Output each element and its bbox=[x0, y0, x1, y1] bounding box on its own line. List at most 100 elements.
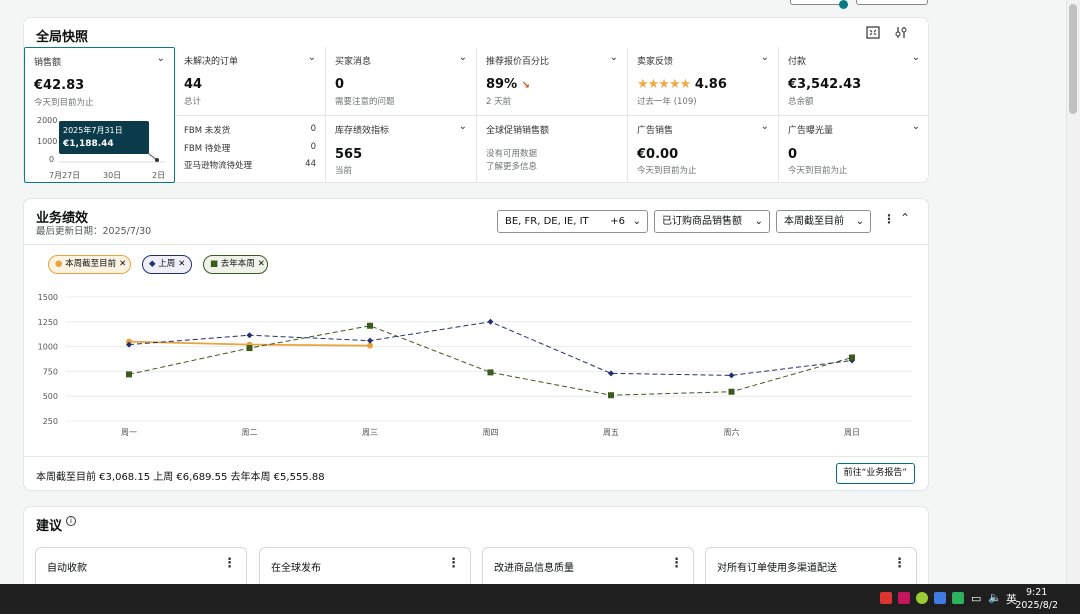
antivirus-tray-icon[interactable] bbox=[880, 592, 892, 604]
info-icon[interactable]: i bbox=[66, 516, 76, 526]
more-options-icon[interactable]: ⋮ bbox=[447, 556, 460, 571]
tile-sub: 过去一年 (109) bbox=[637, 97, 697, 107]
tile-sub: 总计 bbox=[184, 97, 202, 107]
mini-x-tick: 2日 bbox=[152, 171, 165, 180]
tile-seller-feedback[interactable]: 卖家反馈 ⌄ ★★★★★ 4.86 过去一年 (109) bbox=[628, 47, 779, 116]
period-select[interactable]: 本周截至目前 ⌄ bbox=[776, 210, 871, 233]
fullscreen-icon[interactable] bbox=[866, 26, 880, 39]
more-options-icon[interactable]: ⋮ bbox=[670, 556, 683, 571]
mini-y-tick: 0 bbox=[49, 155, 54, 164]
close-icon[interactable]: ✕ bbox=[258, 259, 265, 269]
legend-label: 上周 bbox=[158, 259, 176, 269]
x-tick-label: 周一 bbox=[121, 428, 137, 437]
collapse-chevron-up-icon[interactable]: ⌃ bbox=[900, 211, 910, 225]
x-tick-label: 周二 bbox=[242, 428, 258, 437]
tile-value: 0 bbox=[788, 147, 798, 162]
tile-sub: 今天到目前为止 bbox=[788, 166, 848, 176]
chevron-down-icon[interactable]: ⌄ bbox=[912, 52, 920, 63]
divider bbox=[24, 244, 928, 245]
star-rating-icon: ★★★★★ bbox=[637, 77, 691, 92]
legend-pill-last-year[interactable]: ■ 去年本周 ✕ bbox=[203, 255, 268, 274]
tile-label: 库存绩效指标 bbox=[335, 126, 390, 136]
rec-title: 对所有订单使用多渠道配送 bbox=[717, 563, 837, 574]
fbm-unshipped[interactable]: FBM 未发货 0 bbox=[184, 124, 316, 136]
legend-pill-this-week[interactable]: ● 本周截至目前 ✕ bbox=[48, 255, 131, 274]
tile-sub: 总余额 bbox=[788, 97, 814, 107]
tile-ad-impressions[interactable]: 广告曝光量 ⌄ 0 今天到目前为止 bbox=[779, 116, 929, 183]
tile-featured-offer[interactable]: 推荐报价百分比 ⌄ 89% ↘ 2 天前 bbox=[477, 47, 628, 116]
chevron-down-icon[interactable]: ⌄ bbox=[912, 121, 920, 132]
diamond-marker-icon: ◆ bbox=[149, 259, 156, 269]
tile-label: 付款 bbox=[788, 57, 807, 67]
fbm-label: FBM 未发货 bbox=[184, 126, 231, 136]
tile-inventory-performance[interactable]: 库存绩效指标 ⌄ 565 当前 bbox=[326, 116, 477, 183]
system-clock[interactable]: 9:21 2025/8/2 bbox=[1015, 586, 1058, 612]
recommendations-card: 建议 i 自动收款 ⋮ 在全球发布 ⋮ 改进商品信息质量 ⋮ 对所有订单使用多渠道配送… bbox=[23, 506, 929, 596]
chevron-down-icon[interactable]: ⌄ bbox=[459, 52, 467, 63]
more-options-icon[interactable]: ⋮ bbox=[883, 212, 895, 226]
app-tray-icon[interactable] bbox=[898, 592, 910, 604]
tile-sub: 没有可用数据 bbox=[486, 149, 538, 159]
chevron-down-icon[interactable]: ⌄ bbox=[610, 52, 618, 63]
tile-buyer-messages[interactable]: 买家消息 ⌄ 0 需要注意的问题 bbox=[326, 47, 477, 116]
chevron-down-icon[interactable]: ⌄ bbox=[308, 52, 316, 63]
app-tray-icon-2[interactable] bbox=[916, 592, 928, 604]
tile-sales[interactable]: 销售额 ⌄ €42.83 今天到目前为止 2000 1000 0 7月27日 3… bbox=[24, 47, 175, 183]
learn-more-link[interactable]: 了解更多信息 bbox=[486, 160, 537, 172]
seller-central-home: 全局快照 销售额 ⌄ €42.83 今天到目前为止 2000 1000 0 7月… bbox=[0, 0, 1080, 614]
fbm-value: 44 bbox=[305, 159, 316, 169]
y-tick-label: 500 bbox=[43, 392, 58, 401]
chevron-down-icon[interactable]: ⌄ bbox=[761, 52, 769, 63]
square-marker-icon: ■ bbox=[210, 259, 219, 269]
data-point bbox=[728, 372, 735, 379]
marketplace-select[interactable]: BE, FR, DE, IE, IT +6 ⌄ bbox=[497, 210, 648, 233]
tile-unshipped-orders[interactable]: 未解决的订单 ⌄ 44 总计 bbox=[175, 47, 326, 116]
chevron-down-icon[interactable]: ⌄ bbox=[459, 121, 467, 132]
more-options-icon[interactable]: ⋮ bbox=[223, 556, 236, 571]
fbm-pending[interactable]: FBM 待处理 0 bbox=[184, 142, 316, 154]
chevron-down-icon: ⌄ bbox=[754, 216, 763, 227]
period-value: 本周截至目前 bbox=[784, 216, 844, 227]
wechat-tray-icon[interactable] bbox=[952, 592, 964, 604]
rec-title: 在全球发布 bbox=[271, 563, 321, 574]
tile-global-promotions[interactable]: 全球促销销售额 没有可用数据 了解更多信息 bbox=[477, 116, 628, 183]
rec-title: 改进商品信息质量 bbox=[494, 563, 574, 574]
y-tick-label: 750 bbox=[43, 367, 58, 376]
x-tick-label: 周五 bbox=[603, 428, 619, 437]
app-tray-icon-3[interactable] bbox=[934, 592, 946, 604]
tile-label: 推荐报价百分比 bbox=[486, 57, 550, 67]
legend-pill-last-week[interactable]: ◆ 上周 ✕ bbox=[142, 255, 192, 274]
legend-label: 本周截至目前 bbox=[65, 259, 117, 269]
marketplace-more-count: +6 bbox=[610, 216, 625, 227]
chevron-down-icon[interactable]: ⌄ bbox=[157, 53, 165, 64]
settings-sliders-icon[interactable] bbox=[895, 26, 907, 39]
tile-value: 89% bbox=[486, 77, 518, 92]
business-report-button[interactable]: 前往“业务报告” bbox=[835, 463, 915, 484]
chevron-down-icon[interactable]: ⌄ bbox=[761, 121, 769, 132]
fba-pending[interactable]: 亚马逊物流待处理 44 bbox=[184, 159, 316, 171]
top-button-stub-2[interactable] bbox=[856, 0, 928, 5]
tile-fbm: FBM 未发货 0 FBM 待处理 0 亚马逊物流待处理 44 bbox=[175, 116, 326, 183]
top-button-stub[interactable] bbox=[790, 0, 844, 5]
mini-y-tick: 2000 bbox=[37, 116, 57, 125]
scrollbar-thumb[interactable] bbox=[1069, 4, 1077, 114]
metric-select[interactable]: 已订购商品销售额 ⌄ bbox=[654, 210, 770, 233]
tooltip-date: 2025年7月31日 bbox=[63, 126, 123, 135]
volume-icon[interactable]: 🔈 bbox=[988, 591, 1002, 604]
close-icon[interactable]: ✕ bbox=[119, 259, 126, 269]
tile-label: 广告销售 bbox=[637, 126, 674, 136]
tile-payments[interactable]: 付款 ⌄ €3,542.43 总余额 bbox=[779, 47, 929, 116]
network-icon[interactable]: ▭ bbox=[971, 592, 981, 605]
page-scrollbar[interactable] bbox=[1066, 0, 1080, 584]
y-tick-label: 1000 bbox=[38, 343, 58, 352]
chevron-down-icon: ⌄ bbox=[855, 216, 864, 227]
recommendations-title: 建议 bbox=[36, 519, 63, 534]
tile-ad-sales[interactable]: 广告销售 ⌄ €0.00 今天到目前为止 bbox=[628, 116, 779, 183]
tile-value: €0.00 bbox=[637, 147, 679, 162]
tile-sub: 当前 bbox=[335, 166, 353, 176]
global-snapshot-card: 全局快照 销售额 ⌄ €42.83 今天到目前为止 2000 1000 0 7月… bbox=[23, 17, 929, 183]
tile-label: 销售额 bbox=[34, 58, 62, 68]
close-icon[interactable]: ✕ bbox=[178, 259, 185, 269]
more-options-icon[interactable]: ⋮ bbox=[893, 556, 906, 571]
x-tick-label: 周四 bbox=[483, 428, 499, 437]
